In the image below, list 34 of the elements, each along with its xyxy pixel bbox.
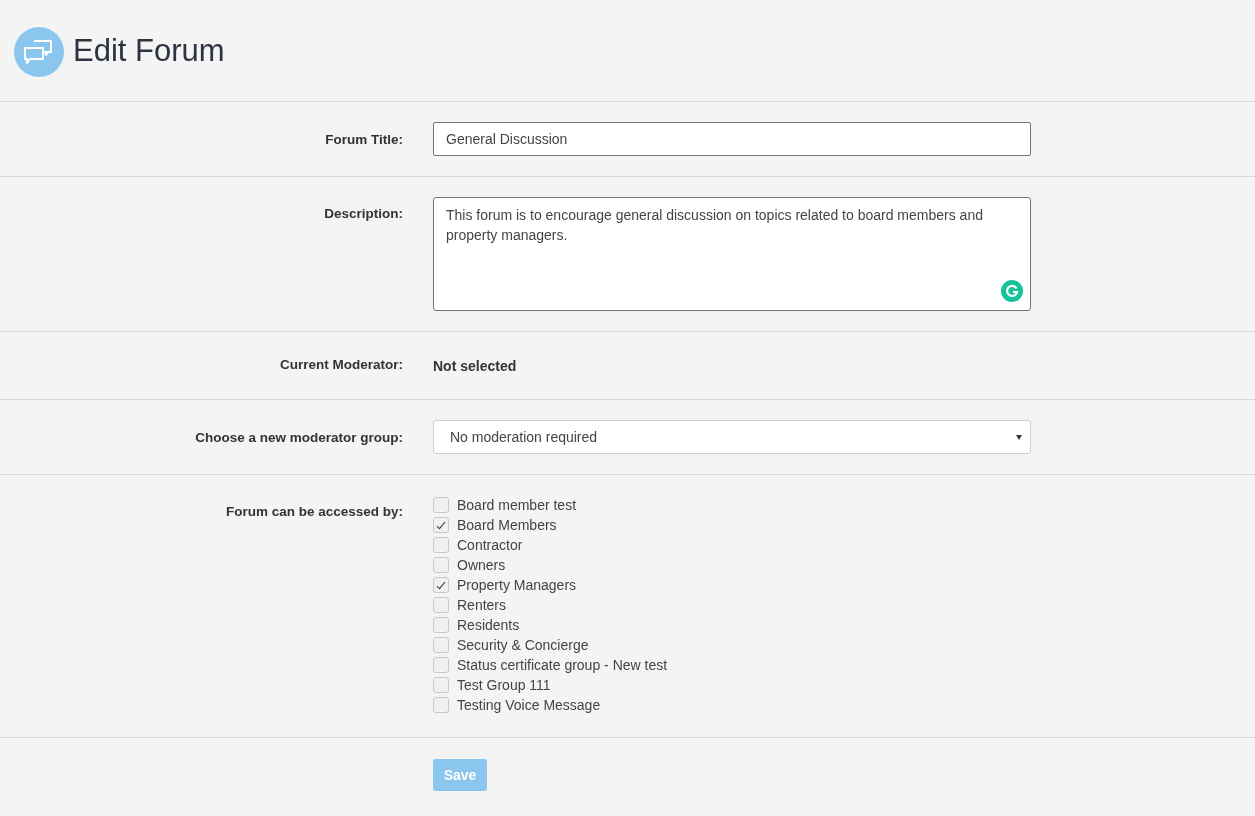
checkbox[interactable] xyxy=(433,557,449,573)
checkbox-label: Property Managers xyxy=(457,577,577,593)
field-label: Choose a new moderator group: xyxy=(194,429,403,445)
checkbox[interactable] xyxy=(433,577,449,593)
checkbox[interactable] xyxy=(433,657,449,673)
checkbox[interactable] xyxy=(433,537,449,553)
checkbox-label: Renters xyxy=(457,597,507,613)
checkbox[interactable] xyxy=(433,637,449,653)
checkbox-label: Contractor xyxy=(457,537,523,553)
checkbox-label: Test Group 111 xyxy=(457,677,551,693)
chat-bubbles-icon xyxy=(14,26,64,77)
caret-icon xyxy=(1016,434,1022,440)
field-label: Current Moderator: xyxy=(279,357,403,374)
checkbox-label: Status certificate group - New test xyxy=(457,657,668,673)
field-label: Forum Title: xyxy=(324,131,403,147)
description-textarea[interactable]: This forum is to encourage general discussion on topics related to board members and property managers. xyxy=(433,197,1031,311)
field-label: Forum can be accessed by: xyxy=(224,503,403,521)
moderator-value: Not selected xyxy=(433,357,518,375)
checkbox[interactable] xyxy=(433,677,449,693)
checkbox-label: Owners xyxy=(457,557,506,573)
checkbox[interactable] xyxy=(433,617,449,633)
field-label: Description: xyxy=(323,205,403,223)
checkbox-label: Board Members xyxy=(457,517,557,533)
checkbox-label: Security & Concierge xyxy=(457,637,589,653)
checkbox[interactable] xyxy=(433,697,449,713)
page-title: Edit Forum xyxy=(73,32,225,69)
checkbox-label: Testing Voice Message xyxy=(457,697,601,713)
checkbox[interactable] xyxy=(433,597,449,613)
checkbox[interactable] xyxy=(433,517,449,533)
checkbox-label: Residents xyxy=(457,617,520,633)
moderator-group-select[interactable]: No moderation required xyxy=(433,420,1031,454)
checkbox-label: Board member test xyxy=(457,497,577,513)
checkbox[interactable] xyxy=(433,497,449,513)
title-input[interactable]: General Discussion xyxy=(433,122,1031,156)
